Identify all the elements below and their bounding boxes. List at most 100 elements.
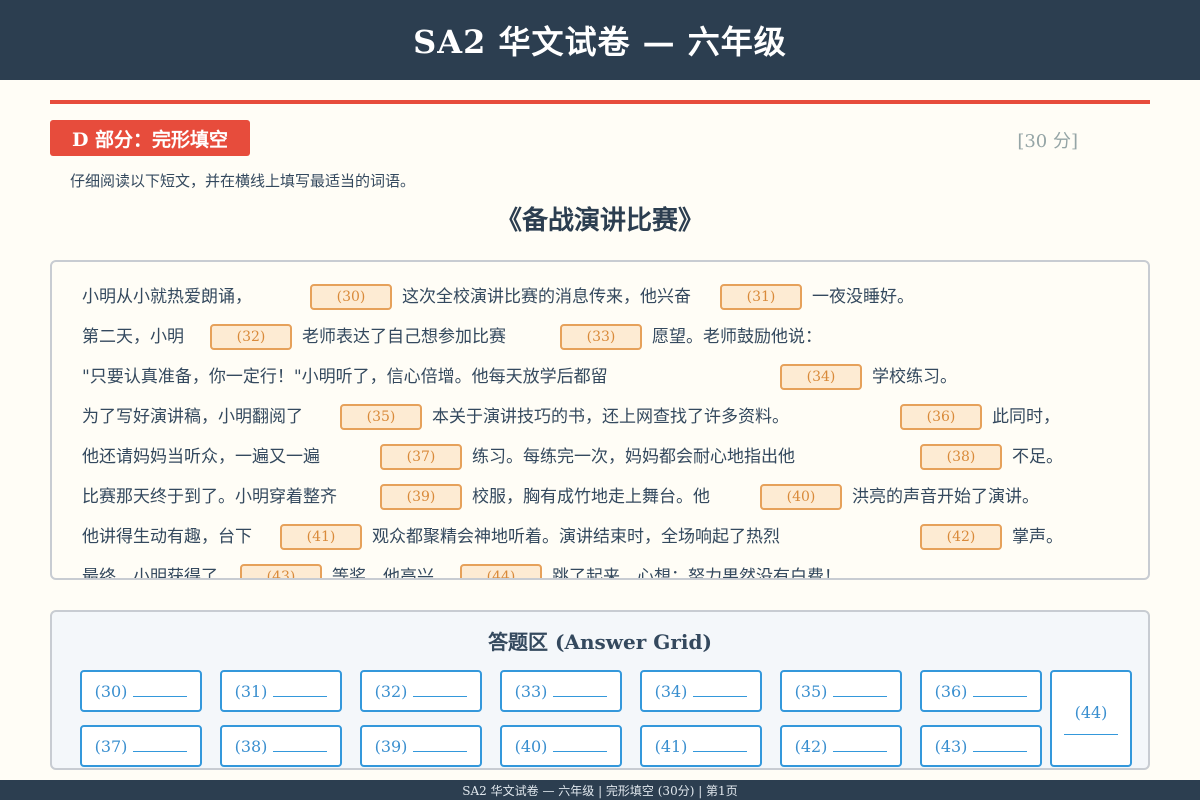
passage-text: 此同时， <box>992 407 1060 427</box>
answer-cell-label: (34) <box>654 681 688 701</box>
passage-text: 学校练习。 <box>872 367 957 387</box>
answer-line <box>133 695 188 697</box>
answer-cell-39[interactable]: (39) <box>360 725 482 767</box>
passage-text: 等奖。他高兴 <box>332 567 434 580</box>
answer-cell-label: (41) <box>654 736 688 756</box>
answer-cell-label: (42) <box>794 736 828 756</box>
passage-text: 校服，胸有成竹地走上舞台。他 <box>472 487 710 507</box>
answer-cell-label: (35) <box>794 681 828 701</box>
passage-text: 小明从小就热爱朗诵， <box>82 287 252 307</box>
answer-cell-34[interactable]: (34) <box>640 670 762 712</box>
blank-42[interactable]: (42) <box>920 524 1002 550</box>
answer-line <box>693 695 748 697</box>
passage-text: 跳了起来，心想：努力果然没有白费！ <box>552 567 841 580</box>
blank-34[interactable]: (34) <box>780 364 862 390</box>
passage-line: 第二天，小明 (32) 老师表达了自己想参加比赛 (33) 愿望。老师鼓励他说： <box>52 322 1148 352</box>
blank-37[interactable]: (37) <box>380 444 462 470</box>
passage-text: 练习。每练完一次，妈妈都会耐心地指出他 <box>472 447 795 467</box>
blank-36[interactable]: (36) <box>900 404 982 430</box>
answer-line <box>693 750 748 752</box>
blank-33[interactable]: (33) <box>560 324 642 350</box>
passage-text: 他还请妈妈当听众，一遍又一遍 <box>82 447 320 467</box>
answer-cell-37[interactable]: (37) <box>80 725 202 767</box>
passage-text: 一夜没睡好。 <box>812 287 914 307</box>
passage-text: 他讲得生动有趣，台下 <box>82 527 252 547</box>
passage-box: 小明从小就热爱朗诵， (30) 这次全校演讲比赛的消息传来，他兴奋 (31) 一夜没睡好… <box>50 260 1150 580</box>
blank-38[interactable]: (38) <box>920 444 1002 470</box>
passage-text: 老师表达了自己想参加比赛 <box>302 327 506 347</box>
section-points: [30 分] <box>1017 131 1078 152</box>
passage-text: 为了写好演讲稿，小明翻阅了 <box>82 407 303 427</box>
answer-cell-43[interactable]: (43) <box>920 725 1042 767</box>
answer-line <box>973 695 1028 697</box>
passage-line: 为了写好演讲稿，小明翻阅了 (35) 本关于演讲技巧的书，还上网查找了许多资料。 (3… <box>52 402 1148 432</box>
answer-grid: 答题区 (Answer Grid) (30) (31) (32) (33) (34) (3… <box>50 610 1150 770</box>
blank-31[interactable]: (31) <box>720 284 802 310</box>
passage-line: 最终，小明获得了 (43) 等奖。他高兴 (44) 跳了起来，心想：努力果然没有白费！ <box>52 562 1148 580</box>
answer-line <box>553 695 608 697</box>
answer-cell-44[interactable]: (44) <box>1050 670 1132 767</box>
answer-cell-36[interactable]: (36) <box>920 670 1042 712</box>
instruction-text: 仔细阅读以下短文，并在横线上填写最适当的词语。 <box>70 172 416 190</box>
passage-title: 《备战演讲比赛》 <box>495 206 704 236</box>
passage-line: 比赛那天终于到了。小明穿着整齐 (39) 校服，胸有成竹地走上舞台。他 (40) 洪亮的… <box>52 482 1148 512</box>
blank-40[interactable]: (40) <box>760 484 842 510</box>
blank-41[interactable]: (41) <box>280 524 362 550</box>
answer-cell-label: (37) <box>94 736 128 756</box>
footer-text: SA2 华文试卷 — 六年级 | 完形填空 (30分) | 第1页 <box>462 783 738 798</box>
section-badge: D 部分：完形填空 <box>50 120 250 156</box>
passage-line: 他讲得生动有趣，台下 (41) 观众都聚精会神地听着。演讲结束时，全场响起了热烈 (4… <box>52 522 1148 552</box>
blank-43[interactable]: (43) <box>240 564 322 578</box>
answer-cell-41[interactable]: (41) <box>640 725 762 767</box>
answer-line <box>133 750 188 752</box>
answer-line <box>833 695 888 697</box>
passage-text: 观众都聚精会神地听着。演讲结束时，全场响起了热烈 <box>372 527 780 547</box>
answer-cell-33[interactable]: (33) <box>500 670 622 712</box>
answer-cell-label: (40) <box>514 736 548 756</box>
answer-line <box>973 750 1028 752</box>
blank-30[interactable]: (30) <box>310 284 392 310</box>
answer-cell-31[interactable]: (31) <box>220 670 342 712</box>
answer-cell-label: (38) <box>234 736 268 756</box>
passage-text: 这次全校演讲比赛的消息传来，他兴奋 <box>402 287 691 307</box>
answer-cell-label: (32) <box>374 681 408 701</box>
answer-cell-label: (31) <box>234 681 268 701</box>
passage-text: 不足。 <box>1012 447 1063 467</box>
answer-cell-label: (36) <box>934 681 968 701</box>
blank-39[interactable]: (39) <box>380 484 462 510</box>
passage-text: 第二天，小明 <box>82 327 184 347</box>
passage-text: 本关于演讲技巧的书，还上网查找了许多资料。 <box>432 407 789 427</box>
answer-cell-label: (43) <box>934 736 968 756</box>
passage-text: 最终，小明获得了 <box>82 567 218 580</box>
passage-text: "只要认真准备，你一定行！"小明听了，信心倍增。他每天放学后都留 <box>82 367 608 387</box>
answer-line <box>1064 733 1118 735</box>
answer-cell-35[interactable]: (35) <box>780 670 902 712</box>
answer-cell-38[interactable]: (38) <box>220 725 342 767</box>
passage-line: 他还请妈妈当听众，一遍又一遍 (37) 练习。每练完一次，妈妈都会耐心地指出他 (38… <box>52 442 1148 472</box>
passage-text: 愿望。老师鼓励他说： <box>652 327 822 347</box>
answer-cell-label: (44) <box>1074 702 1108 722</box>
header-title: SA2 华文试卷 — 六年级 <box>413 23 787 61</box>
blank-35[interactable]: (35) <box>340 404 422 430</box>
answer-line <box>413 695 468 697</box>
answer-cell-42[interactable]: (42) <box>780 725 902 767</box>
answer-grid-title: 答题区 (Answer Grid) <box>488 630 712 654</box>
answer-line <box>273 695 328 697</box>
passage-text: 比赛那天终于到了。小明穿着整齐 <box>82 487 337 507</box>
answer-cell-label: (30) <box>94 681 128 701</box>
passage-text: 掌声。 <box>1012 527 1063 547</box>
divider <box>50 100 1150 104</box>
answer-cell-30[interactable]: (30) <box>80 670 202 712</box>
answer-cell-40[interactable]: (40) <box>500 725 622 767</box>
answer-line <box>553 750 608 752</box>
answer-line <box>413 750 468 752</box>
page-header: SA2 华文试卷 — 六年级 <box>0 0 1200 80</box>
passage-line: "只要认真准备，你一定行！"小明听了，信心倍增。他每天放学后都留 (34) 学校练习… <box>52 362 1148 392</box>
answer-cell-32[interactable]: (32) <box>360 670 482 712</box>
blank-44[interactable]: (44) <box>460 564 542 578</box>
blank-32[interactable]: (32) <box>210 324 292 350</box>
page-footer: SA2 华文试卷 — 六年级 | 完形填空 (30分) | 第1页 <box>0 780 1200 800</box>
answer-cell-label: (39) <box>374 736 408 756</box>
answer-line <box>833 750 888 752</box>
passage-text: 洪亮的声音开始了演讲。 <box>852 487 1039 507</box>
